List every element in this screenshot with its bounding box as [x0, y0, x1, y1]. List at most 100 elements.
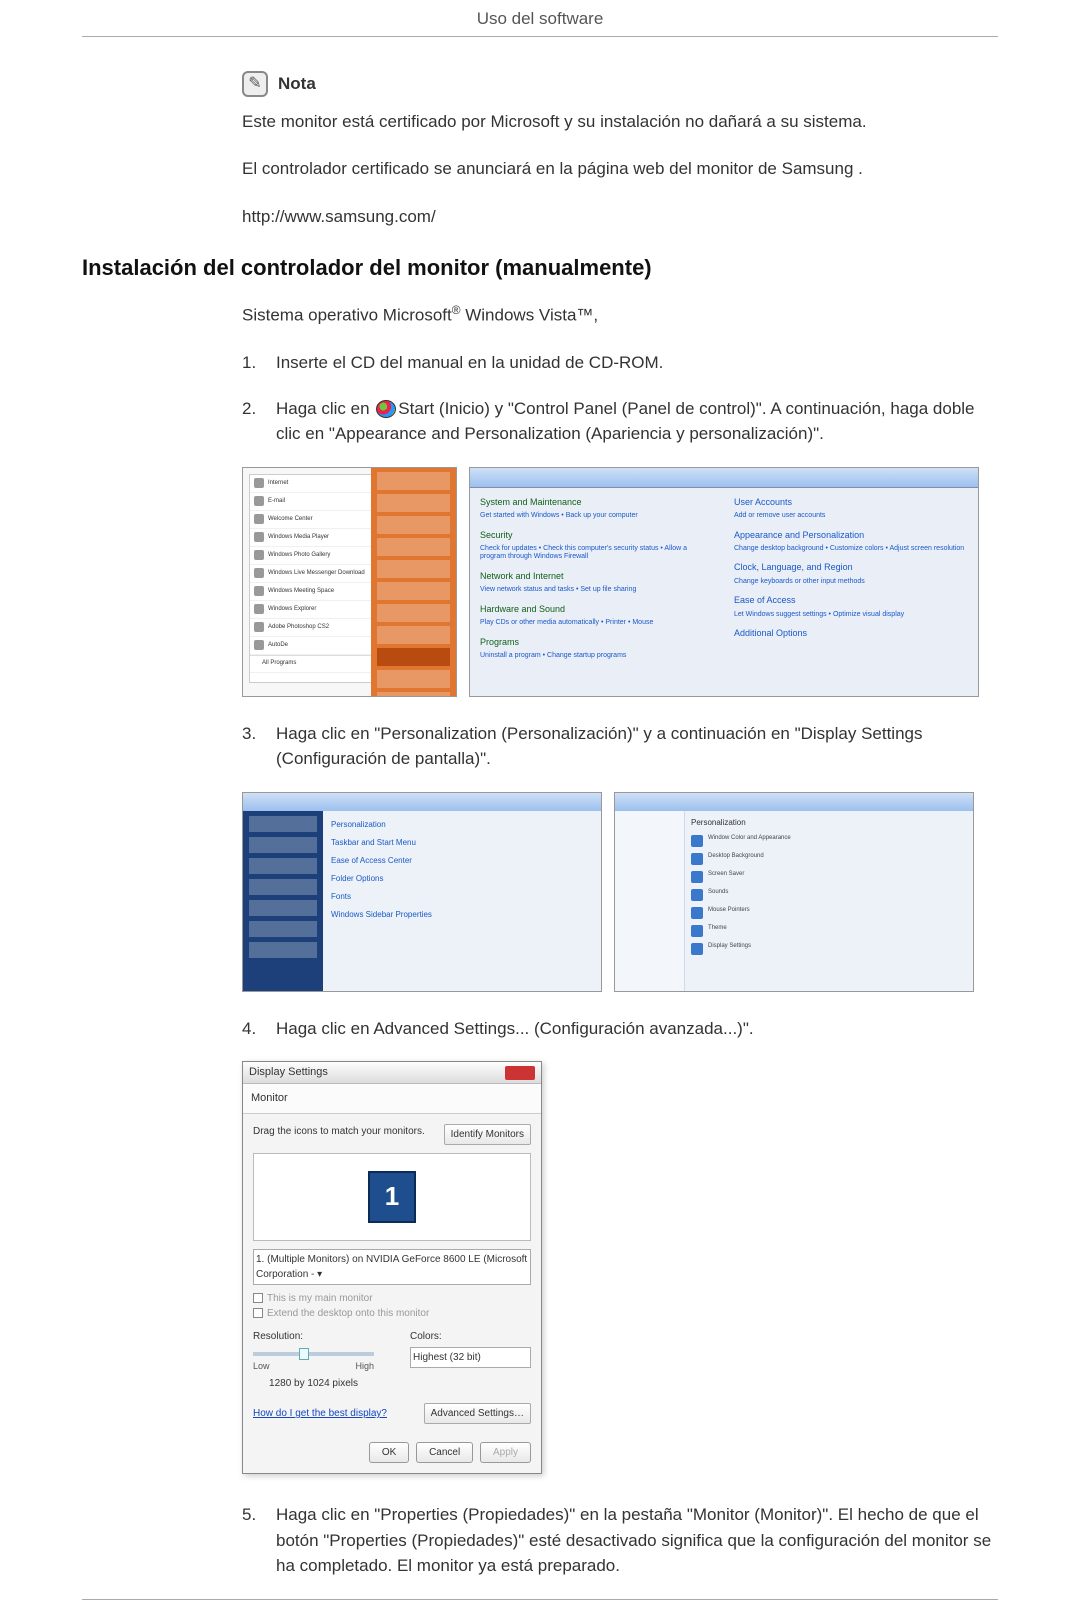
note-line-1: Este monitor está certificado por Micros… [242, 109, 998, 135]
sm-item: Windows Explorer [268, 605, 316, 614]
screenshot-row-1: Internet E-mail Welcome Center Windows M… [242, 467, 998, 697]
apply-button: Apply [480, 1442, 531, 1463]
note-icon: ✎ [242, 71, 268, 97]
help-link[interactable]: How do I get the best display? [253, 1406, 387, 1421]
cp-cat: Appearance and Personalization [734, 529, 968, 543]
start-menu-list: Internet E-mail Welcome Center Windows M… [249, 474, 373, 684]
step-1: 1. Inserte el CD del manual en la unidad… [242, 350, 998, 376]
step-1-text: Inserte el CD del manual en la unidad de… [276, 350, 998, 376]
chk1-label: This is my main monitor [267, 1293, 373, 1304]
sm-item: Windows Media Player [268, 533, 329, 542]
page-header: Uso del software [82, 6, 998, 32]
cp-cat-links: Let Windows suggest settings • Optimize … [734, 611, 968, 619]
cp-cat: Ease of Access [734, 594, 968, 608]
resolution-label: Resolution: [253, 1329, 374, 1344]
sm-item: Windows Meeting Space [268, 587, 334, 596]
pers-item: Screen Saver [708, 871, 744, 883]
sm-item: Internet [268, 479, 288, 488]
cp-cat: Programs [480, 636, 714, 650]
step-4: 4. Haga clic en Advanced Settings... (Co… [242, 1016, 998, 1042]
pers-item: Theme [708, 925, 727, 937]
monitor-preview[interactable]: 1 [253, 1153, 531, 1241]
pers-item: Mouse Pointers [708, 907, 750, 919]
start-menu-screenshot: Internet E-mail Welcome Center Windows M… [242, 467, 457, 697]
sm-item: Windows Live Messenger Download [268, 569, 365, 578]
resolution-value: 1280 by 1024 pixels [253, 1376, 374, 1391]
step-5-num: 5. [242, 1502, 276, 1579]
cp-cat-links: Change keyboards or other input methods [734, 578, 968, 586]
os-windows: Windows Vista [461, 306, 577, 325]
start-menu-right [371, 468, 456, 696]
dialog-tab[interactable]: Monitor [243, 1084, 541, 1114]
checkbox-extend [253, 1308, 263, 1318]
sm-item: Welcome Center [268, 515, 313, 524]
screenshot-row-2: Personalization Taskbar and Start Menu E… [242, 792, 998, 992]
cp-cat: Additional Options [734, 627, 968, 641]
cp-cat-links: Add or remove user accounts [734, 512, 968, 520]
header-rule [82, 36, 998, 37]
note-label: Nota [278, 71, 316, 97]
step-5: 5. Haga clic en "Properties (Propiedades… [242, 1502, 998, 1579]
os-line: Sistema operativo Microsoft® Windows Vis… [242, 302, 998, 328]
chk2-label: Extend the desktop onto this monitor [267, 1308, 429, 1319]
pers-title: Personalization [691, 817, 967, 829]
pers-item: Display Settings [708, 943, 751, 955]
sm-item: AutoDe [268, 641, 288, 650]
dialog-title: Display Settings [249, 1064, 328, 1081]
display-settings-dialog: Display Settings Monitor Drag the icons … [242, 1061, 542, 1474]
step-2: 2. Haga clic en Start (Inicio) y "Contro… [242, 396, 998, 447]
pers-item: Sounds [708, 889, 728, 901]
sm-item: Windows Photo Gallery [268, 551, 330, 560]
cp-cat-links: View network status and tasks • Set up f… [480, 586, 714, 594]
step-2-pre: Haga clic en [276, 399, 374, 418]
cp-cat-links: Uninstall a program • Change startup pro… [480, 652, 714, 660]
identify-monitors-button[interactable]: Identify Monitors [444, 1124, 531, 1145]
cp-cat: Clock, Language, and Region [734, 561, 968, 575]
monitor-1-icon[interactable]: 1 [368, 1171, 416, 1223]
cp-cat-links: Change desktop background • Customize co… [734, 545, 968, 553]
slider-low: Low [253, 1360, 270, 1374]
cp-cat: Network and Internet [480, 570, 714, 584]
cp-titlebar [470, 468, 978, 488]
step-2-text: Haga clic en Start (Inicio) y "Control P… [276, 396, 998, 447]
close-icon[interactable] [505, 1066, 535, 1080]
pers-item: Desktop Background [708, 853, 764, 865]
sm-all-programs: All Programs [254, 659, 296, 668]
note-line-2: El controlador certificado se anunciará … [242, 156, 998, 182]
os-suffix: , [593, 306, 598, 325]
step-4-text: Haga clic en Advanced Settings... (Confi… [276, 1016, 998, 1042]
sm-item: E-mail [268, 497, 285, 506]
step-4-num: 4. [242, 1016, 276, 1042]
cp-cat: User Accounts [734, 496, 968, 510]
cp-cat-links: Play CDs or other media automatically • … [480, 619, 714, 627]
slider-high: High [355, 1360, 374, 1374]
personalization-screenshot: Personalization Window Color and Appeara… [614, 792, 974, 992]
cp-cat: Hardware and Sound [480, 603, 714, 617]
step-2-num: 2. [242, 396, 276, 447]
pers-item: Window Color and Appearance [708, 835, 791, 847]
cp-cat: System and Maintenance [480, 496, 714, 510]
control-panel-screenshot: System and Maintenance Get started with … [469, 467, 979, 697]
step-3-num: 3. [242, 721, 276, 772]
step-5-text: Haga clic en "Properties (Propiedades)" … [276, 1502, 998, 1579]
advanced-settings-button[interactable]: Advanced Settings… [424, 1403, 531, 1424]
step-1-num: 1. [242, 350, 276, 376]
cp-cat: Security [480, 529, 714, 543]
colors-label: Colors: [410, 1329, 531, 1344]
os-prefix: Sistema operativo Microsoft [242, 306, 452, 325]
sm-item: Adobe Photoshop CS2 [268, 623, 329, 632]
section-title: Instalación del controlador del monitor … [82, 251, 998, 284]
step-3-text: Haga clic en "Personalization (Personali… [276, 721, 998, 772]
colors-select[interactable]: Highest (32 bit) [410, 1347, 531, 1368]
resolution-slider[interactable] [253, 1352, 374, 1356]
step-3: 3. Haga clic en "Personalization (Person… [242, 721, 998, 772]
monitor-select[interactable]: 1. (Multiple Monitors) on NVIDIA GeForce… [253, 1249, 531, 1285]
cp-cat-links: Check for updates • Check this computer'… [480, 545, 714, 562]
cancel-button[interactable]: Cancel [416, 1442, 473, 1463]
windows-start-icon [376, 400, 396, 418]
note-url: http://www.samsung.com/ [242, 204, 998, 230]
drag-text: Drag the icons to match your monitors. [253, 1124, 425, 1139]
ok-button[interactable]: OK [369, 1442, 409, 1463]
checkbox-main-monitor [253, 1293, 263, 1303]
appearance-screenshot: Personalization Taskbar and Start Menu E… [242, 792, 602, 992]
